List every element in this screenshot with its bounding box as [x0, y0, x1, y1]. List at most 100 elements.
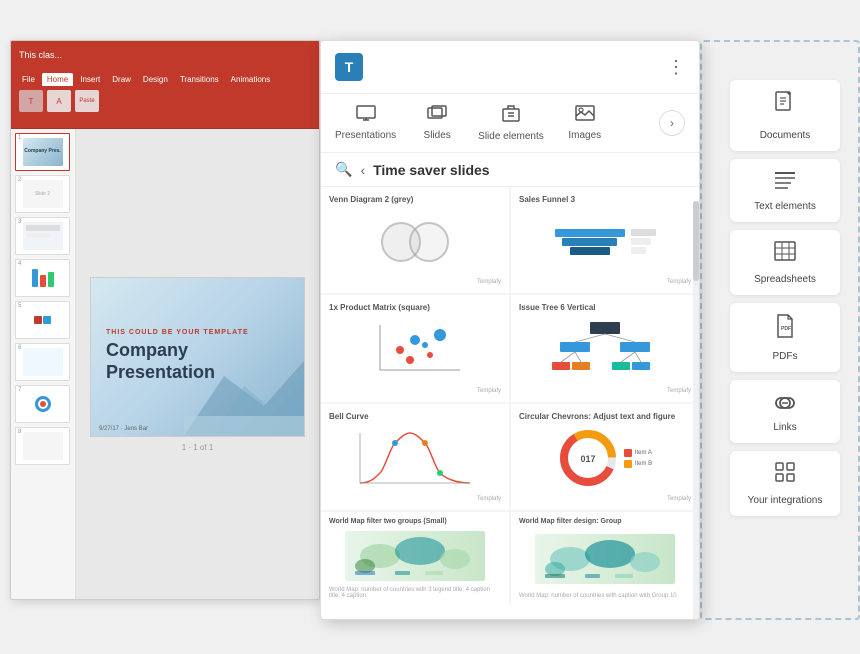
ppt-slides-panel: 1 Company Pres. 2 Slide 2 3 [11, 129, 76, 599]
world-map-2-content [519, 528, 691, 590]
matrix-card-footer: Templafy [329, 388, 501, 394]
svg-text:017: 017 [580, 454, 595, 464]
donut-legend: Item A Item B [624, 449, 652, 468]
ppt-slide-thumb-5[interactable]: 5 [15, 301, 70, 339]
legend-item-1: Item A [624, 449, 652, 457]
nav-item-slides[interactable]: Slides [412, 105, 462, 141]
issue-tree-card-title: Issue Tree 6 Vertical [519, 303, 691, 312]
ppt-tab-design[interactable]: Design [138, 73, 173, 86]
ppt-slide-thumb-3[interactable]: 3 [15, 217, 70, 255]
world-map-1-content [329, 528, 501, 584]
ppt-ribbon: File Home Insert Draw Design Transitions… [11, 69, 319, 129]
nav-item-presentations[interactable]: Presentations [335, 105, 396, 141]
world-map-1-subtitle: World Map: number of countries with 3 le… [329, 587, 501, 599]
search-icon: 🔍 [335, 161, 352, 178]
templafy-logo: T [335, 53, 363, 81]
grid-card-matrix[interactable]: 1x Product Matrix (square) Templafy [321, 295, 509, 401]
ppt-slide-thumb-8[interactable]: 8 [15, 427, 70, 465]
grid-card-issue-tree[interactable]: Issue Tree 6 Vertical [511, 295, 699, 401]
links-label: Links [773, 422, 796, 433]
grid-card-bell-curve[interactable]: Bell Curve Templafy [321, 404, 509, 510]
ppt-tab-transitions[interactable]: Transitions [175, 73, 224, 86]
templafy-slides-grid: Venn Diagram 2 (grey) Templafy Sales Fun… [321, 187, 699, 605]
funnel-label-1 [631, 229, 656, 236]
sidebar-item-pdfs[interactable]: PDF PDFs [730, 303, 840, 372]
ppt-tab-animations[interactable]: Animations [226, 73, 276, 86]
scroll-indicator [693, 201, 699, 619]
grid-card-world-map-2[interactable]: World Map filter design: Group World Map… [511, 512, 699, 605]
templafy-panel: T ⋮ Presentations Slides [320, 40, 700, 620]
ppt-tab-draw[interactable]: Draw [107, 73, 136, 86]
ppt-ribbon-tabs: File Home Insert Draw Design Transitions… [11, 69, 319, 86]
right-sidebar: Documents Text elements Spreadsheets [730, 80, 840, 516]
funnel-row-3 [570, 247, 610, 255]
ppt-body: 1 Company Pres. 2 Slide 2 3 [11, 129, 319, 599]
funnel-row-1 [555, 229, 625, 237]
templafy-search-bar: 🔍 ‹ Time saver slides [321, 153, 699, 187]
slides-icon [427, 105, 447, 126]
funnel-visual [555, 229, 625, 255]
ppt-slide-date: 9/27/17 · Jens Bar [99, 426, 148, 432]
sidebar-item-integrations[interactable]: Your integrations [730, 451, 840, 516]
ppt-slide-thumb-2[interactable]: 2 Slide 2 [15, 175, 70, 213]
ppt-slide-thumb-4[interactable]: 4 [15, 259, 70, 297]
nav-arrow-right[interactable]: › [659, 110, 685, 136]
sidebar-item-spreadsheets[interactable]: Spreadsheets [730, 230, 840, 295]
nav-item-slide-elements[interactable]: Slide elements [478, 104, 544, 142]
templafy-nav: Presentations Slides Slide elements [321, 94, 699, 153]
links-icon [772, 390, 798, 416]
ppt-tool-group-1: T A Paste [19, 90, 99, 112]
sidebar-item-documents[interactable]: Documents [730, 80, 840, 151]
donut-card-footer: Templafy [519, 496, 691, 502]
funnel-labels [631, 229, 656, 254]
ppt-tab-insert[interactable]: Insert [75, 73, 105, 86]
venn-diagram-visual [381, 222, 449, 262]
spreadsheets-icon [773, 240, 797, 268]
grid-card-world-map-1[interactable]: World Map filter two groups (Small) [321, 512, 509, 605]
ppt-slide-thumb-7[interactable]: 7 [15, 385, 70, 423]
svg-text:PDF: PDF [781, 326, 791, 332]
ppt-paste-icon: Paste [75, 90, 99, 112]
templafy-menu-button[interactable]: ⋮ [667, 57, 685, 78]
ppt-slide-thumb-1[interactable]: 1 Company Pres. [15, 133, 70, 171]
slide-elements-label: Slide elements [478, 131, 544, 142]
presentations-icon [356, 105, 376, 126]
funnel-card-content [519, 208, 691, 275]
text-elements-icon [773, 169, 797, 195]
sidebar-item-links[interactable]: Links [730, 380, 840, 443]
grid-card-donut[interactable]: Circular Chevrons: Adjust text and figur… [511, 404, 699, 510]
world-map-1-visual [345, 531, 485, 581]
world-map-2-svg [535, 534, 675, 584]
ppt-ribbon-content: T A Paste [11, 86, 319, 116]
ppt-window: This clas... File Home Insert Draw Desig… [10, 40, 320, 600]
ppt-main-area: THIS COULD BE YOUR TEMPLATE CompanyPrese… [76, 129, 319, 599]
ppt-clipboard-icon: T [19, 90, 43, 112]
ppt-tab-file[interactable]: File [17, 73, 40, 86]
funnel-card-footer: Templafy [519, 279, 691, 285]
slide-elements-icon [501, 104, 521, 127]
world-map-1-title: World Map filter two groups (Small) [329, 518, 501, 525]
nav-item-images[interactable]: Images [560, 105, 610, 141]
issue-tree-card-content [519, 316, 691, 383]
grid-card-venn[interactable]: Venn Diagram 2 (grey) Templafy [321, 187, 509, 293]
donut-svg: 017 [558, 428, 618, 488]
section-title: Time saver slides [373, 162, 489, 178]
legend-item-2: Item B [624, 460, 652, 468]
grid-card-funnel[interactable]: Sales Funnel 3 Templafy [511, 187, 699, 293]
back-arrow-button[interactable]: ‹ [360, 162, 365, 178]
funnel-card-title: Sales Funnel 3 [519, 195, 691, 204]
funnel-label-2 [631, 238, 651, 245]
images-label: Images [568, 130, 601, 141]
funnel-label-3 [631, 247, 646, 254]
issue-tree-card-footer: Templafy [519, 388, 691, 394]
ppt-slide-thumb-6[interactable]: 6 [15, 343, 70, 381]
ppt-mountain-illustration [184, 356, 304, 436]
ppt-tab-home[interactable]: Home [42, 73, 73, 86]
funnel-row-2 [562, 238, 617, 246]
sidebar-item-text-elements[interactable]: Text elements [730, 159, 840, 222]
donut-layout: 017 Item A Item B [558, 428, 652, 488]
donut-card-title: Circular Chevrons: Adjust text and figur… [519, 412, 691, 421]
pdfs-label: PDFs [773, 351, 798, 362]
ppt-slide-template-label: THIS COULD BE YOUR TEMPLATE [106, 329, 289, 336]
presentations-label: Presentations [335, 130, 396, 141]
